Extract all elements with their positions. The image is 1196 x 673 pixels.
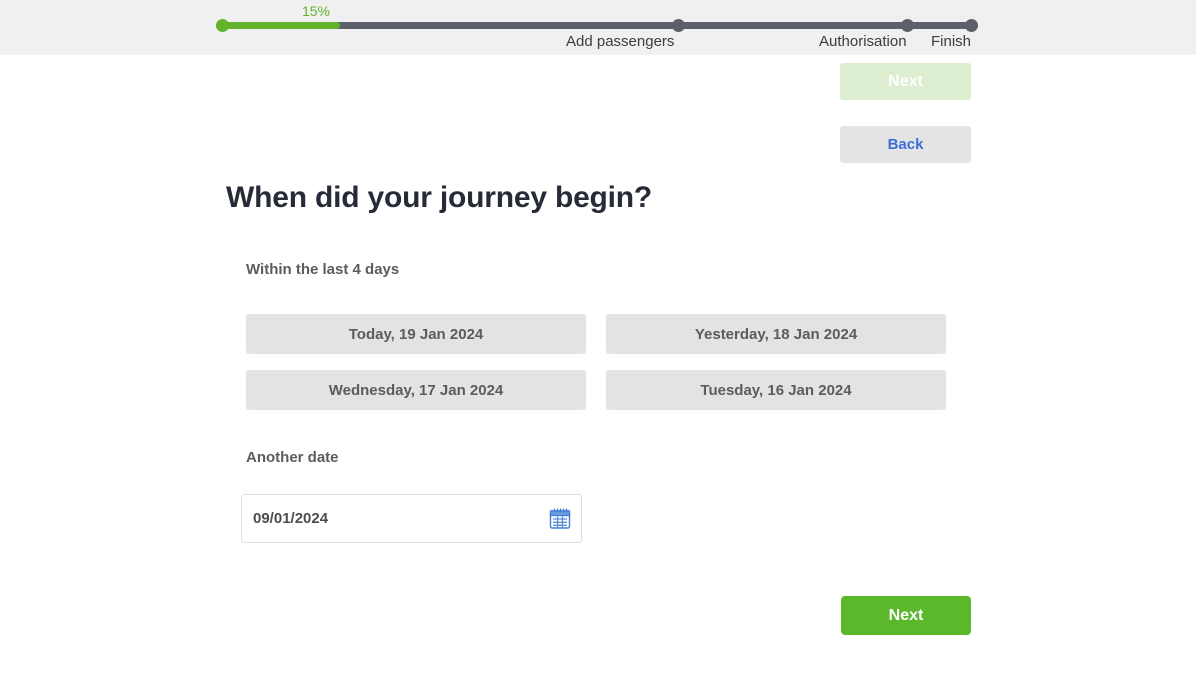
- date-option-tuesday[interactable]: Tuesday, 16 Jan 2024: [606, 370, 946, 410]
- recent-dates-grid: Today, 19 Jan 2024 Yesterday, 18 Jan 202…: [246, 314, 946, 410]
- recent-dates-section-label: Within the last 4 days: [246, 261, 399, 279]
- progress-fill: [216, 22, 340, 29]
- progress-node-finish[interactable]: [965, 19, 978, 32]
- next-button-bottom[interactable]: Next: [841, 596, 971, 635]
- back-button-top[interactable]: Back: [840, 126, 971, 163]
- calendar-icon: [548, 507, 572, 531]
- progress-node-authorisation[interactable]: [901, 19, 914, 32]
- calendar-picker-button[interactable]: [547, 506, 573, 532]
- progress-step-label-finish: Finish: [931, 33, 971, 51]
- date-option-wednesday[interactable]: Wednesday, 17 Jan 2024: [246, 370, 586, 410]
- next-button-top[interactable]: Next: [840, 63, 971, 100]
- progress-node-add-passengers[interactable]: [672, 19, 685, 32]
- progress-step-label-authorisation: Authorisation: [819, 33, 907, 51]
- progress-percent-label: 15%: [286, 3, 346, 19]
- another-date-field[interactable]: [241, 494, 582, 543]
- date-option-today[interactable]: Today, 19 Jan 2024: [246, 314, 586, 354]
- date-option-yesterday[interactable]: Yesterday, 18 Jan 2024: [606, 314, 946, 354]
- page-title: When did your journey begin?: [226, 178, 652, 218]
- another-date-input[interactable]: [242, 495, 532, 542]
- another-date-section-label: Another date: [246, 449, 339, 467]
- progress-header: 15% Add passengers Authorisation Finish: [0, 0, 1196, 55]
- progress-step-label-add-passengers: Add passengers: [566, 33, 674, 51]
- progress-track: [216, 22, 978, 29]
- progress-node-start[interactable]: [216, 19, 229, 32]
